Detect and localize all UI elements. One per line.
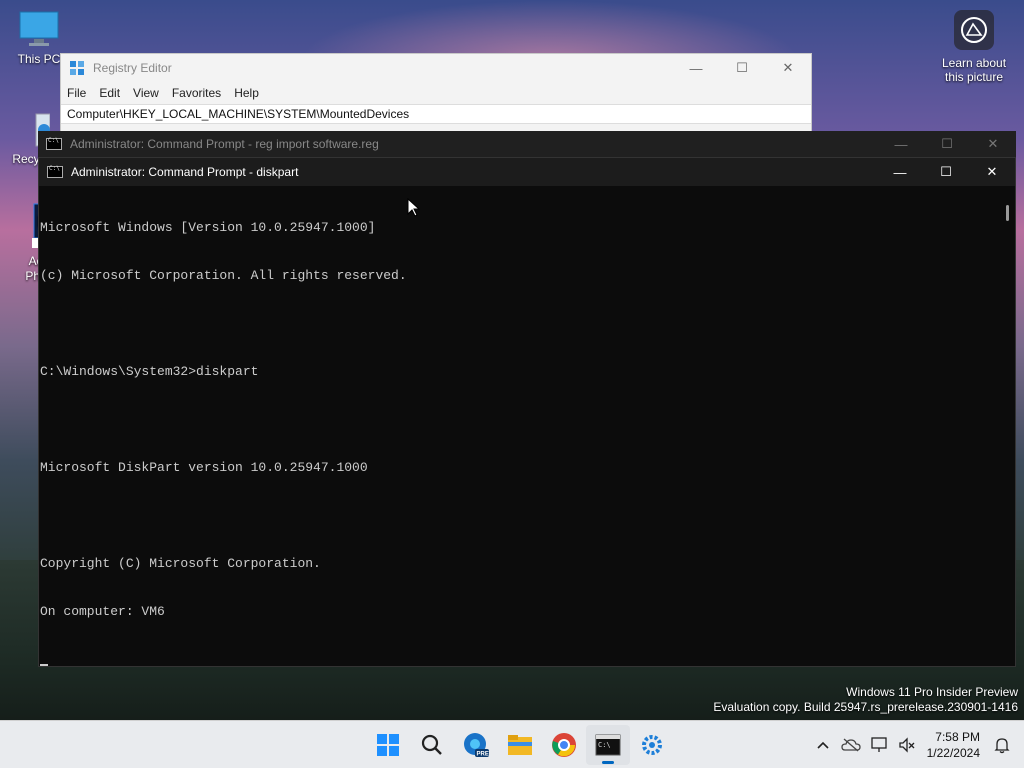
edge-beta-icon: PRE	[464, 733, 489, 758]
network-icon[interactable]	[865, 730, 893, 760]
registry-editor-titlebar[interactable]: Registry Editor — ☐ ✕	[61, 54, 811, 82]
console-line: On computer: VM6	[40, 604, 165, 619]
cmd-titlebar[interactable]: Administrator: Command Prompt - diskpart…	[39, 158, 1015, 186]
close-button[interactable]: ✕	[969, 158, 1015, 186]
camera-icon	[954, 10, 994, 50]
window-title: Administrator: Command Prompt - diskpart	[71, 165, 299, 179]
scrollbar[interactable]	[1006, 205, 1009, 221]
chrome-icon	[552, 733, 576, 757]
windows-watermark: Windows 11 Pro Insider Preview Evaluatio…	[713, 685, 1018, 715]
console-line: Microsoft DiskPart version 10.0.25947.10…	[40, 460, 368, 475]
close-button[interactable]: ✕	[765, 54, 811, 82]
cmd-icon	[47, 165, 63, 178]
taskbar: PRE C:\ 7:58 PM 1/22/2024	[0, 720, 1024, 768]
cmd-window-background[interactable]: Administrator: Command Prompt - reg impo…	[38, 131, 1016, 157]
menu-help[interactable]: Help	[234, 86, 259, 100]
svg-text:PRE: PRE	[477, 752, 489, 758]
mouse-pointer-icon	[407, 198, 421, 217]
terminal-button[interactable]: C:\	[586, 725, 630, 765]
cmd-window[interactable]: Administrator: Command Prompt - diskpart…	[38, 157, 1016, 667]
file-explorer-button[interactable]	[498, 725, 542, 765]
text-cursor	[40, 664, 48, 666]
menu-edit[interactable]: Edit	[99, 86, 120, 100]
onedrive-offline-icon[interactable]	[837, 730, 865, 760]
clock-time: 7:58 PM	[935, 730, 980, 744]
svg-text:C:\: C:\	[598, 741, 611, 749]
search-icon	[421, 734, 442, 755]
maximize-button[interactable]: ☐	[924, 131, 970, 157]
cmd-icon	[46, 137, 62, 150]
menu-bar: File Edit View Favorites Help	[61, 82, 811, 104]
console-line: Microsoft Windows [Version 10.0.25947.10…	[40, 220, 376, 235]
clock[interactable]: 7:58 PM 1/22/2024	[927, 729, 980, 761]
notification-bell-icon[interactable]	[988, 730, 1016, 760]
registry-editor-window[interactable]: Registry Editor — ☐ ✕ File Edit View Fav…	[60, 53, 812, 143]
file-explorer-icon	[508, 735, 532, 755]
clock-date: 1/22/2024	[926, 746, 980, 760]
window-title: Registry Editor	[93, 61, 172, 75]
close-button[interactable]: ✕	[970, 131, 1016, 157]
window-title: Administrator: Command Prompt - reg impo…	[70, 137, 379, 151]
menu-file[interactable]: File	[67, 86, 86, 100]
taskbar-apps: PRE C:\	[366, 721, 674, 768]
minimize-button[interactable]: —	[673, 54, 719, 82]
search-button[interactable]	[410, 725, 454, 765]
settings-app-icon	[642, 735, 662, 755]
learn-about-label: Learn about this picture	[941, 56, 1007, 84]
terminal-icon: C:\	[595, 734, 621, 756]
console-output[interactable]: Microsoft Windows [Version 10.0.25947.10…	[39, 188, 997, 666]
edge-beta-button[interactable]: PRE	[454, 725, 498, 765]
address-bar[interactable]: Computer\HKEY_LOCAL_MACHINE\SYSTEM\Mount…	[61, 104, 811, 124]
console-line: Copyright (C) Microsoft Corporation.	[40, 556, 321, 571]
registry-icon	[70, 61, 84, 75]
maximize-button[interactable]: ☐	[719, 54, 765, 82]
chrome-button[interactable]	[542, 725, 586, 765]
start-button[interactable]	[366, 725, 410, 765]
start-icon	[377, 734, 399, 756]
menu-favorites[interactable]: Favorites	[172, 86, 221, 100]
chevron-up-icon[interactable]	[809, 730, 837, 760]
console-line: C:\Windows\System32>diskpart	[40, 364, 259, 379]
settings-app-button[interactable]	[630, 725, 674, 765]
watermark-line-2: Evaluation copy. Build 25947.rs_prerelea…	[713, 700, 1018, 714]
watermark-line-1: Windows 11 Pro Insider Preview	[846, 685, 1018, 699]
menu-view[interactable]: View	[133, 86, 159, 100]
volume-muted-icon[interactable]	[893, 730, 921, 760]
monitor-icon	[18, 10, 60, 48]
minimize-button[interactable]: —	[877, 158, 923, 186]
system-tray: 7:58 PM 1/22/2024	[809, 721, 1016, 768]
minimize-button[interactable]: —	[878, 131, 924, 157]
maximize-button[interactable]: ☐	[923, 158, 969, 186]
console-line: (c) Microsoft Corporation. All rights re…	[40, 268, 407, 283]
learn-about-picture[interactable]: Learn about this picture	[934, 10, 1014, 84]
